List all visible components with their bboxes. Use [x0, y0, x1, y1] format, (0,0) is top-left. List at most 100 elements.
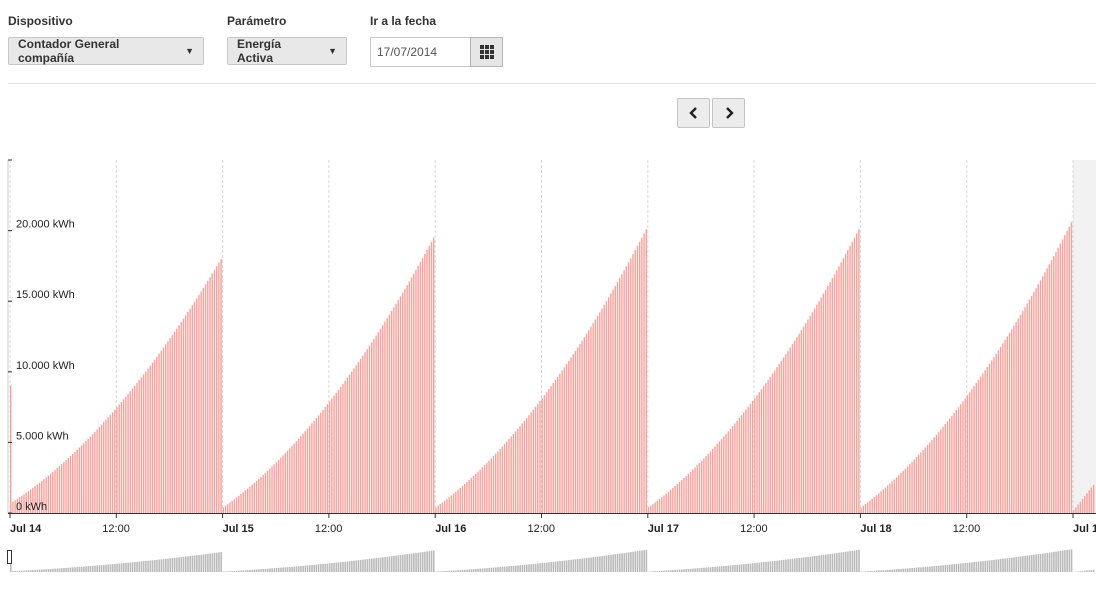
navigator-bar [570, 559, 572, 572]
bar [523, 420, 526, 513]
navigator-layer [7, 549, 1095, 572]
navigator-bar [284, 567, 287, 572]
navigator-bar [898, 569, 900, 572]
bar [284, 453, 287, 513]
navigator-bar [83, 566, 85, 572]
navigator-bar [891, 569, 894, 572]
navigator-bar [995, 559, 998, 572]
navigator-bar [703, 567, 705, 572]
bar [838, 266, 840, 513]
navigator-bar [353, 560, 355, 572]
bar [692, 469, 694, 513]
x-tick-label: Jul 17 [648, 523, 679, 535]
bar [1066, 230, 1068, 513]
navigator-bar [1050, 552, 1053, 572]
navigator-bar [176, 557, 178, 572]
bar [955, 410, 958, 513]
bar [898, 475, 900, 513]
bar [439, 504, 442, 513]
bar [368, 345, 371, 513]
navigator-bar [915, 567, 918, 572]
bar [483, 465, 486, 513]
bar [621, 274, 623, 513]
navigator-bar [342, 561, 344, 572]
navigator-bar [116, 563, 118, 572]
bar [539, 401, 541, 513]
bar [488, 460, 490, 513]
navigator-bar [924, 566, 927, 572]
bar [204, 284, 207, 513]
navigator-bar [519, 565, 521, 572]
navigator-bar [1039, 553, 1042, 572]
navigator-bar [590, 557, 592, 572]
bar [619, 278, 621, 513]
bar [477, 471, 479, 513]
navigator-bar [1026, 555, 1029, 572]
navigator-bar [864, 571, 867, 572]
navigator-bar [282, 567, 284, 572]
bar [401, 292, 404, 513]
navigator-bar [658, 570, 661, 572]
navigator-bar [749, 563, 752, 572]
bar [665, 493, 667, 513]
bar [1064, 235, 1066, 513]
navigator-bar [486, 568, 488, 572]
bar [913, 459, 915, 513]
bar [840, 262, 842, 513]
bar [466, 482, 468, 513]
bar [532, 409, 535, 513]
navigator-bar [632, 551, 634, 572]
bar [694, 467, 696, 513]
navigator-bar [654, 571, 657, 572]
bar [1077, 504, 1079, 513]
navigator-bar [712, 566, 714, 572]
bar [120, 401, 123, 513]
bar [430, 241, 433, 513]
navigator-bar [271, 568, 273, 572]
navigator-bar [634, 551, 637, 572]
bar [596, 315, 599, 513]
navigator-bar [339, 562, 342, 572]
navigator-bar [78, 566, 81, 572]
bar [875, 495, 878, 513]
bar [982, 373, 984, 513]
bar [829, 282, 831, 513]
bar [313, 420, 315, 513]
bar [920, 452, 922, 513]
bar [508, 439, 510, 513]
bar [831, 278, 834, 513]
navigator-bar [977, 561, 980, 572]
navigator-bar [802, 557, 805, 572]
bar [395, 303, 397, 513]
bar [494, 453, 497, 513]
bar [359, 358, 362, 513]
bar [700, 460, 703, 513]
bar [1057, 247, 1059, 514]
navigator-bar [683, 569, 685, 572]
bar [1013, 325, 1015, 513]
bar [574, 350, 577, 513]
bar [636, 245, 639, 513]
bar [446, 498, 448, 513]
navigator-bar [581, 558, 583, 572]
navigator-bar [131, 562, 134, 572]
bar [448, 497, 450, 513]
bar [331, 398, 333, 513]
axis-layer [7, 159, 1096, 518]
navigator-bar [45, 569, 48, 572]
navigator-bar [424, 551, 426, 572]
bar [900, 473, 902, 513]
navigator-bar [718, 566, 721, 572]
navigator-bar [902, 568, 905, 572]
bar [413, 273, 415, 513]
navigator-bar [503, 566, 506, 572]
bar [689, 471, 692, 513]
navigator-bar [968, 562, 971, 572]
bar [366, 349, 368, 513]
navigator-bar [627, 552, 630, 572]
bar [559, 373, 561, 513]
bar [966, 395, 969, 513]
bar [554, 379, 557, 513]
navigator-bar [559, 561, 561, 572]
navigator-bar [820, 555, 823, 572]
